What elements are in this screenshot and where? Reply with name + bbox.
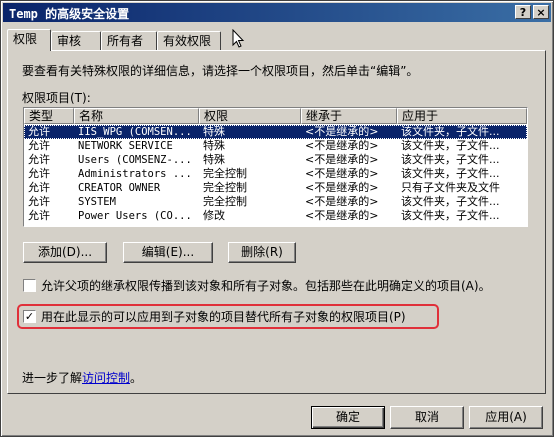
column-header-name[interactable]: 名称	[74, 108, 199, 124]
cell-name: IIS_WPG (COMSEN...	[78, 126, 192, 138]
cell-type: 允许	[28, 139, 50, 152]
cell-apply: 该文件夹，子文件...	[401, 167, 500, 180]
cell-apply: 只有子文件夹及文件	[401, 181, 500, 194]
cell-inherit: <不是继承的>	[305, 209, 379, 222]
cell-apply: 该文件夹，子文件...	[401, 139, 500, 152]
tab-permissions[interactable]: 权限	[7, 29, 51, 51]
cell-type: 允许	[28, 153, 50, 166]
cell-type: 允许	[28, 181, 50, 194]
cell-perm: 特殊	[203, 139, 225, 152]
permission-list-label: 权限项目(T):	[22, 91, 91, 105]
cell-name: CREATOR OWNER	[78, 182, 161, 194]
remove-button[interactable]: 删除(R)	[228, 242, 296, 263]
cell-inherit: <不是继承的>	[305, 167, 379, 180]
help-button[interactable]: ?	[515, 5, 531, 19]
cancel-button[interactable]: 取消	[390, 406, 464, 429]
apply-button[interactable]: 应用(A)	[469, 406, 543, 429]
cell-apply: 该文件夹，子文件...	[401, 209, 500, 222]
cell-inherit: <不是继承的>	[305, 195, 379, 208]
column-header-permission[interactable]: 权限	[199, 108, 301, 124]
table-row[interactable]: 允许 IIS_WPG (COMSEN... 特殊 <不是继承的> 该文件夹，子文件...	[24, 125, 527, 139]
column-header-type[interactable]: 类型	[24, 108, 74, 124]
cell-name: NETWORK SERVICE	[78, 140, 173, 152]
cell-name: Power Users (CO...	[78, 210, 192, 222]
column-header-apply-to[interactable]: 应用于	[397, 108, 527, 124]
cell-apply: 该文件夹，子文件...	[401, 125, 500, 138]
cell-type: 允许	[28, 209, 50, 222]
cell-perm: 特殊	[203, 125, 225, 138]
replace-checkbox-label: 用在此显示的可以应用到子对象的项目替代所有子对象的权限项目(P)	[41, 310, 406, 324]
edit-button[interactable]: 编辑(E)...	[123, 242, 213, 263]
cell-name: Users (COMSENZ-...	[78, 154, 192, 166]
table-row[interactable]: 允许 CREATOR OWNER 完全控制 <不是继承的> 只有子文件夹及文件	[24, 181, 527, 195]
table-row[interactable]: 允许 Power Users (CO... 修改 <不是继承的> 该文件夹，子文件...	[24, 209, 527, 223]
mouse-cursor-icon	[232, 29, 245, 48]
tab-auditing[interactable]: 审核	[51, 31, 101, 50]
cell-type: 允许	[28, 195, 50, 208]
cell-perm: 修改	[203, 209, 225, 222]
add-button[interactable]: 添加(D)...	[23, 242, 107, 263]
title-bar: Temp 的高级安全设置 ? ×	[3, 3, 551, 22]
cell-name: SYSTEM	[78, 196, 116, 208]
window-title: Temp 的高级安全设置	[9, 7, 130, 21]
close-button[interactable]: ×	[533, 5, 549, 19]
cell-type: 允许	[28, 125, 50, 138]
cell-inherit: <不是继承的>	[305, 153, 379, 166]
cell-inherit: <不是继承的>	[305, 139, 379, 152]
table-row[interactable]: 允许 NETWORK SERVICE 特殊 <不是继承的> 该文件夹，子文件...	[24, 139, 527, 153]
learn-more-suffix: 。	[130, 371, 143, 385]
learn-more-prefix: 进一步了解	[22, 371, 83, 385]
cell-perm: 完全控制	[203, 195, 247, 208]
security-dialog: Temp 的高级安全设置 ? × 权限 审核 所有者 有效权限 要查看有关特殊权…	[0, 0, 554, 437]
learn-more-text: 进一步了解访问控制。	[22, 369, 142, 386]
column-header-inherited-from[interactable]: 继承于	[301, 108, 397, 124]
replace-checkbox[interactable]: ✓	[23, 310, 36, 323]
tab-owner[interactable]: 所有者	[101, 31, 157, 50]
cell-perm: 完全控制	[203, 167, 247, 180]
tab-effective-permissions[interactable]: 有效权限	[157, 31, 221, 50]
cell-apply: 该文件夹，子文件...	[401, 153, 500, 166]
instruction-text: 要查看有关特殊权限的详细信息，请选择一个权限项目，然后单击“编辑”。	[22, 64, 419, 78]
table-row[interactable]: 允许 SYSTEM 完全控制 <不是继承的> 该文件夹，子文件...	[24, 195, 527, 209]
inherit-checkbox[interactable]	[23, 279, 36, 292]
inherit-checkbox-label: 允许父项的继承权限传播到该对象和所有子对象。包括那些在此明确定义的项目(A)。	[41, 279, 491, 293]
ok-button[interactable]: 确定	[311, 406, 385, 429]
cell-perm: 特殊	[203, 153, 225, 166]
access-control-link[interactable]: 访问控制	[82, 371, 130, 385]
cell-type: 允许	[28, 167, 50, 180]
cell-apply: 该文件夹，子文件...	[401, 195, 500, 208]
cell-inherit: <不是继承的>	[305, 181, 379, 194]
cell-name: Administrators ...	[78, 168, 192, 180]
table-row[interactable]: 允许 Users (COMSENZ-... 特殊 <不是继承的> 该文件夹，子文件...	[24, 153, 527, 167]
cell-inherit: <不是继承的>	[305, 125, 379, 138]
permission-list[interactable]: 类型 名称 权限 继承于 应用于 允许 IIS_WPG (COMSEN... 特殊 <…	[23, 107, 528, 227]
cell-perm: 完全控制	[203, 181, 247, 194]
table-row[interactable]: 允许 Administrators ... 完全控制 <不是继承的> 该文件夹，子文件.…	[24, 167, 527, 181]
